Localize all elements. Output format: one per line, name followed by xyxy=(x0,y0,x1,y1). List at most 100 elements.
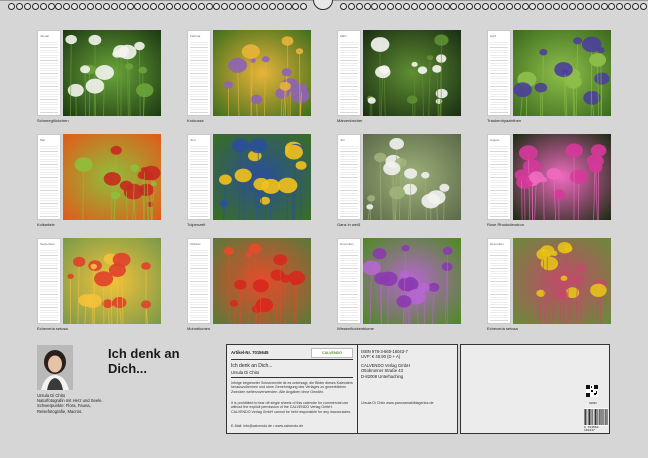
publisher-info-box: Artikel-Nr. 7015645 CALVENDO Ich denk an… xyxy=(226,344,458,434)
month-card: Mai Kolkwitzie xyxy=(37,134,161,229)
month-card: Dezember Echeveria setosa xyxy=(487,238,611,333)
photo-caption: Mohnblumen xyxy=(187,326,211,331)
photo-caption: Rose Rhododendron xyxy=(487,222,524,227)
publisher-info-right: ISBN 978-3-660-16043-7 UVP: € 49,90 (D +… xyxy=(361,349,456,379)
mini-calendar-page: Dezember xyxy=(487,238,511,324)
tulips-photo xyxy=(213,134,311,220)
divider xyxy=(231,359,353,360)
binding-ring xyxy=(79,3,87,10)
month-name: August xyxy=(490,138,500,142)
binding-ring xyxy=(561,3,568,10)
mini-calendar-page: April xyxy=(487,30,511,116)
author-bio: Ursula Di Chito Naturfotografin mit Herz… xyxy=(37,393,112,414)
mini-calendar-page: September xyxy=(37,238,61,324)
photo-caption: Wiesenflockenblume xyxy=(337,326,374,331)
binding-ring xyxy=(584,3,592,10)
day-lines xyxy=(340,40,358,113)
snowflakes-photo xyxy=(363,30,461,116)
month-name: März xyxy=(340,34,347,38)
binding-ring xyxy=(126,3,134,10)
title-line-2: Dich... xyxy=(108,361,148,376)
binding-ring xyxy=(23,3,31,10)
photo-credit: Ursula Di Chito www.panoramabildagentur.… xyxy=(361,401,434,405)
divider xyxy=(231,377,353,378)
day-lines xyxy=(190,248,208,321)
binding-ring xyxy=(403,3,410,10)
binding-ring xyxy=(568,3,576,10)
binding-ring xyxy=(87,3,94,10)
month-name: Februar xyxy=(190,34,201,38)
calendar-title: Ich denk an Dich... xyxy=(108,346,180,376)
binding-ring xyxy=(426,3,434,10)
title-line-1: Ich denk an xyxy=(108,346,180,361)
binding-ring xyxy=(39,3,47,10)
binding-ring xyxy=(418,3,426,10)
binding-ring xyxy=(553,3,561,10)
barcode-number: 9 783660 160437 xyxy=(584,426,599,432)
contact-text: E-Mail: info@calvendo.de • www.calvendo.… xyxy=(231,424,304,428)
photo-caption: Kolkwitzie xyxy=(37,222,55,227)
mini-calendar-page: Oktober xyxy=(187,238,211,324)
ean-barcode xyxy=(584,408,608,426)
binding-ring xyxy=(529,3,537,10)
day-lines xyxy=(490,248,508,321)
month-card: Oktober Mohnblumen xyxy=(187,238,311,333)
day-lines xyxy=(40,144,58,217)
binding-ring xyxy=(458,3,466,10)
echeveria-photo xyxy=(63,238,161,324)
binding-ring xyxy=(142,3,150,10)
author-description: Naturfotografin mit Herz und Seele. Schw… xyxy=(37,398,103,414)
binding-ring xyxy=(110,3,118,10)
month-name: April xyxy=(490,34,497,38)
month-card: Januar Schneeglöckchen xyxy=(37,30,161,125)
month-card: März Märzenbecher xyxy=(337,30,461,125)
binding-ring xyxy=(545,3,553,10)
rhododendron-photo xyxy=(513,134,611,220)
binding-ring xyxy=(197,3,205,10)
binding-ring xyxy=(252,3,260,10)
publisher-info-left: Artikel-Nr. 7015645 CALVENDO Ich denk an… xyxy=(227,345,358,433)
binding-ring xyxy=(158,3,166,10)
binding-ring xyxy=(513,3,521,10)
month-name: Mai xyxy=(40,138,45,142)
binding-ring xyxy=(15,3,23,10)
author-portrait xyxy=(37,345,73,390)
binding-ring xyxy=(237,3,245,10)
month-name: Januar xyxy=(40,34,50,38)
day-lines xyxy=(40,40,58,113)
binding-ring xyxy=(616,3,624,10)
month-name: November xyxy=(340,242,354,246)
day-lines xyxy=(490,144,508,217)
red-blossom-photo xyxy=(63,134,161,220)
binding-ring xyxy=(379,3,387,10)
binding-ring xyxy=(592,3,600,10)
binding-ring xyxy=(94,3,102,10)
binding-ring xyxy=(434,3,442,10)
day-lines xyxy=(190,40,208,113)
binding-ring xyxy=(300,3,308,10)
month-name: Juli xyxy=(340,138,345,142)
binding-ring xyxy=(450,3,458,10)
binding-ring xyxy=(284,3,292,10)
binding-ring xyxy=(371,3,379,10)
photo-caption: Ganz in weiß xyxy=(337,222,361,227)
binding-ring xyxy=(640,3,647,10)
binding-ring xyxy=(505,3,513,10)
author-short: Ursula Di Chito xyxy=(231,370,260,375)
legal-text-en: It is prohibited to tear off single shee… xyxy=(231,401,351,414)
poppies-photo xyxy=(213,238,311,324)
month-card: September Echeveria setosa xyxy=(37,238,161,333)
binding-ring xyxy=(608,3,616,10)
month-name: September xyxy=(40,242,55,246)
month-card: April Traubenhyazinthen xyxy=(487,30,611,125)
binding-ring xyxy=(482,3,489,10)
binding-ring xyxy=(363,3,371,10)
binding-ring xyxy=(339,3,347,10)
binding-ring xyxy=(150,3,158,10)
binding-ring xyxy=(229,3,237,10)
binding-ring xyxy=(395,3,403,10)
binding-ring xyxy=(276,3,284,10)
binding-ring xyxy=(173,3,181,10)
binding-ring xyxy=(245,3,252,10)
mini-calendar-page: August xyxy=(487,134,511,220)
